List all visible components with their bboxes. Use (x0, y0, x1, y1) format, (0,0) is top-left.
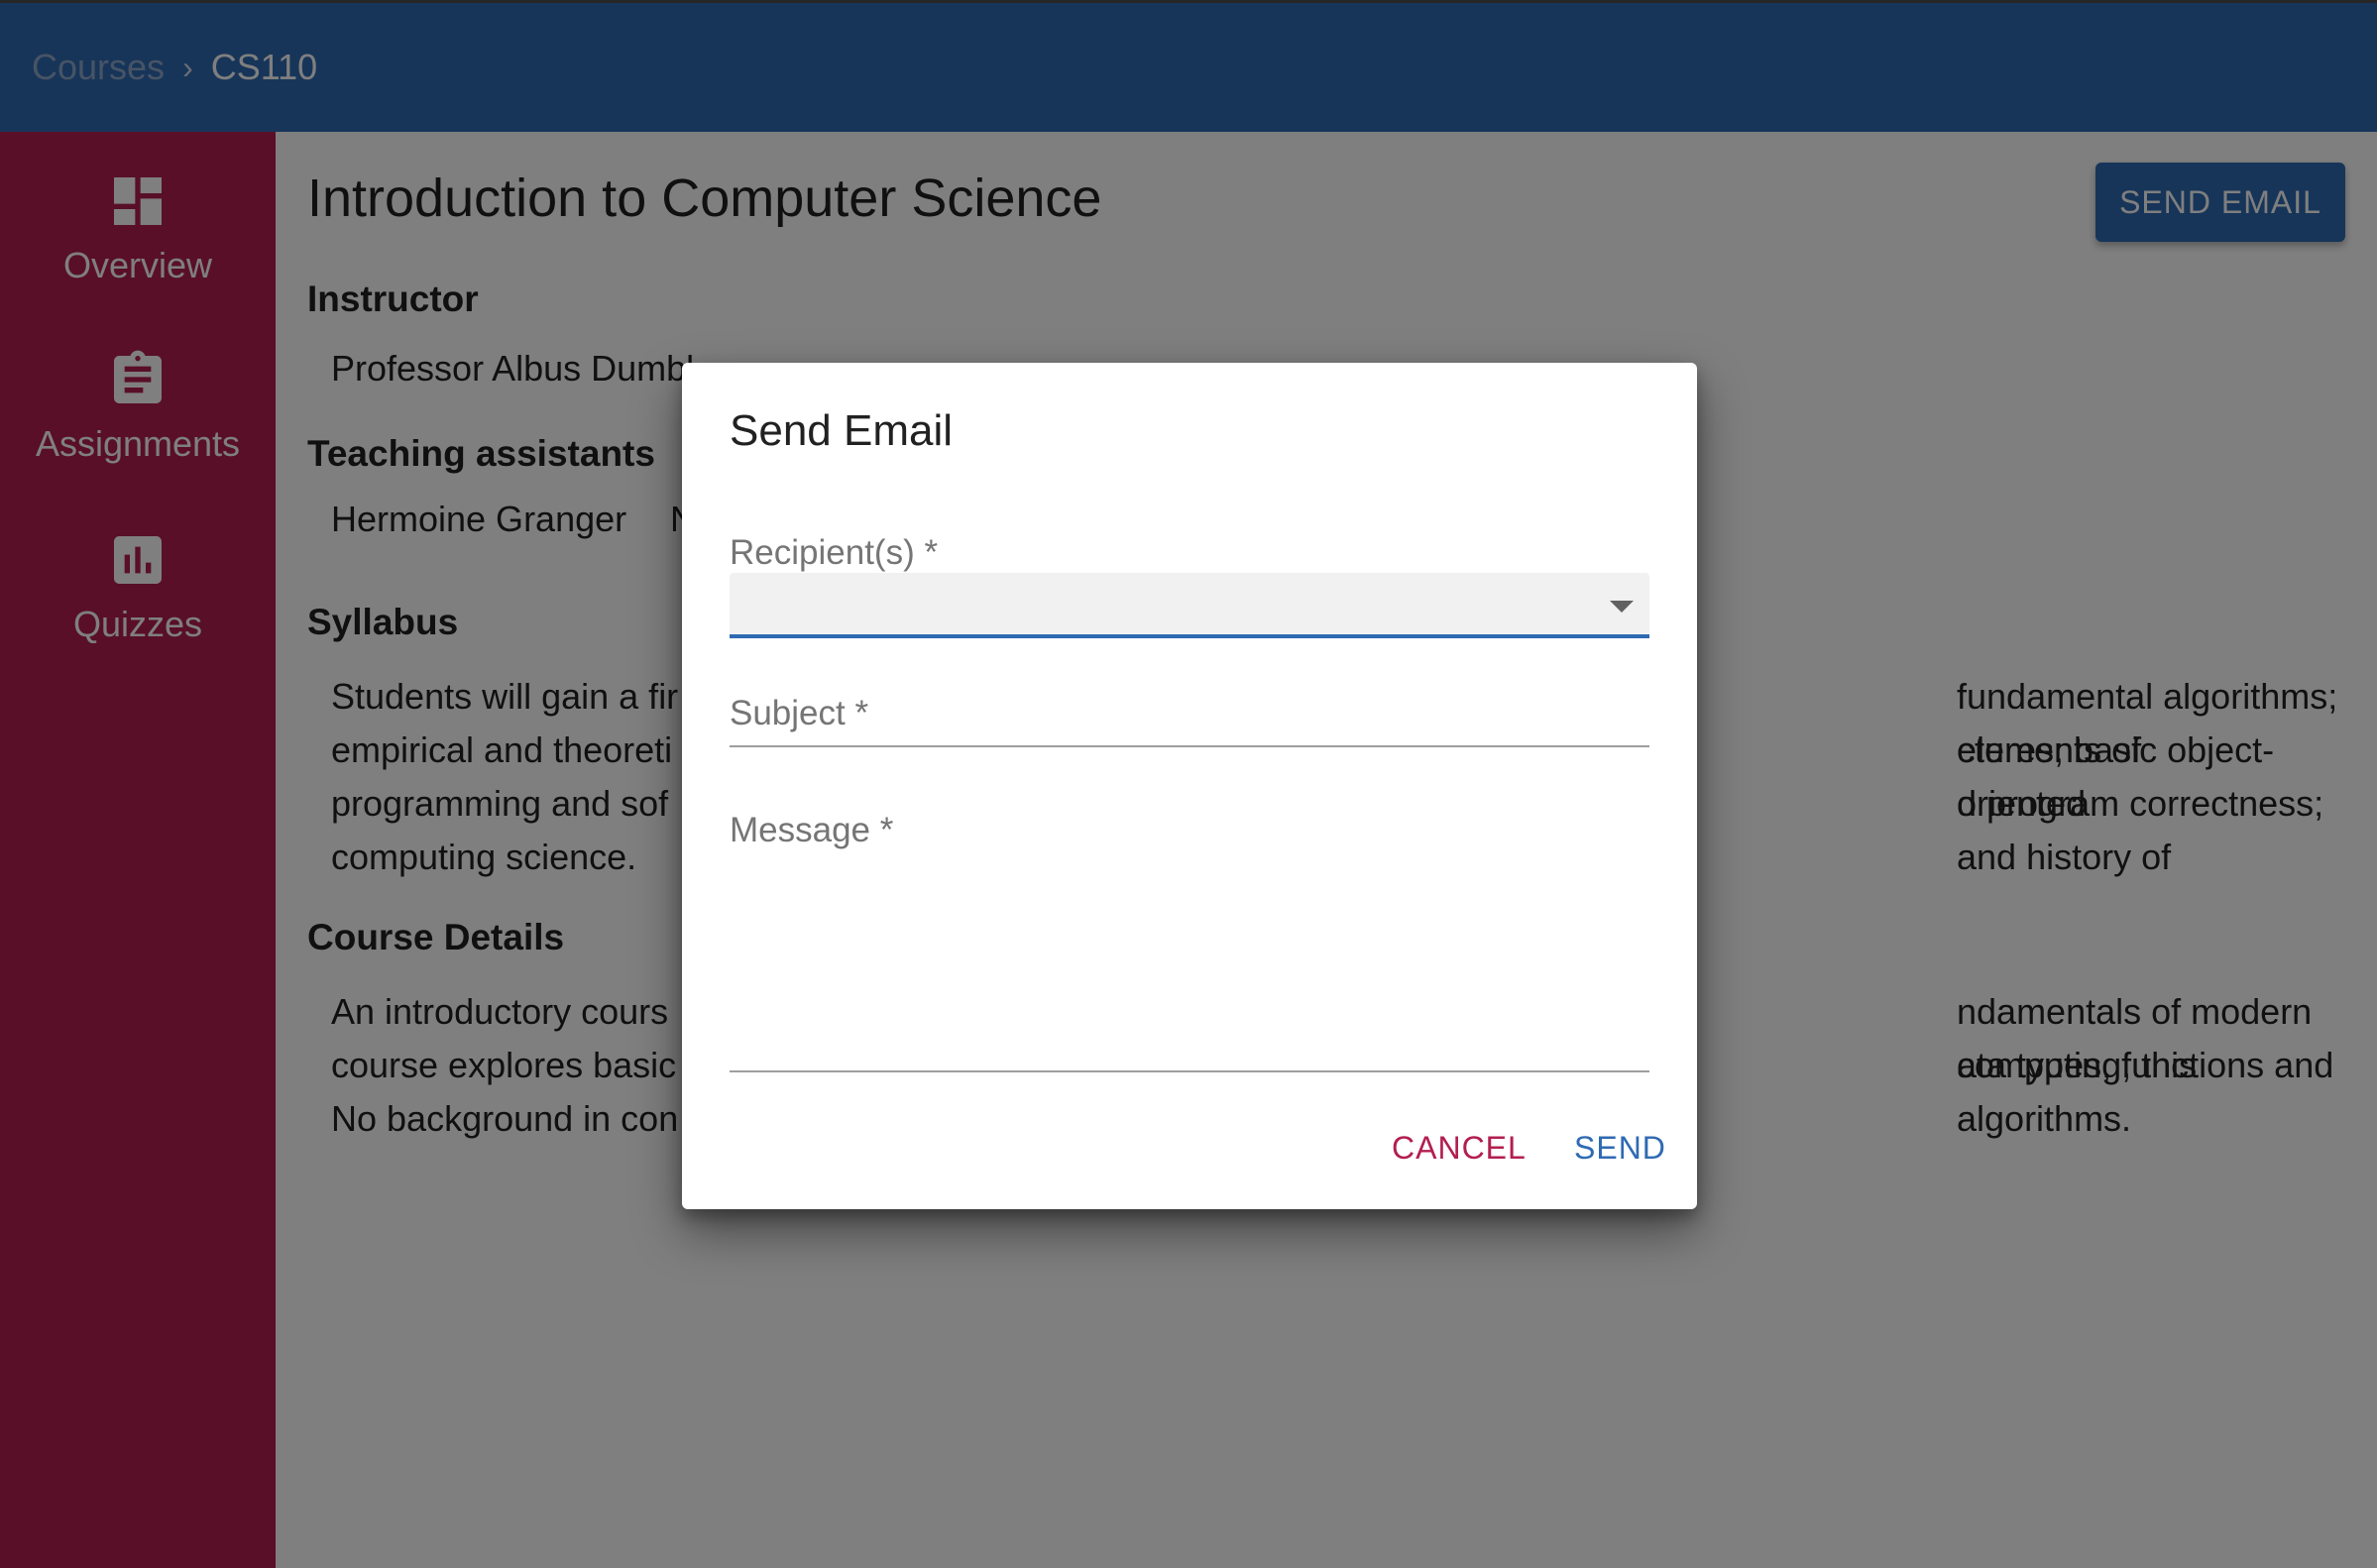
dialog-title: Send Email (730, 406, 954, 455)
send-button[interactable]: SEND (1574, 1130, 1666, 1167)
message-label: Message * (730, 811, 894, 849)
subject-input[interactable] (730, 745, 1649, 747)
recipients-select[interactable] (730, 573, 1649, 638)
message-input[interactable] (730, 1070, 1649, 1072)
caret-down-icon (1610, 601, 1634, 613)
send-email-dialog: Send Email Recipient(s) * Subject * Mess… (682, 363, 1697, 1209)
cancel-button[interactable]: CANCEL (1392, 1130, 1527, 1167)
subject-label: Subject * (730, 694, 869, 732)
recipients-label: Recipient(s) * (730, 533, 939, 572)
